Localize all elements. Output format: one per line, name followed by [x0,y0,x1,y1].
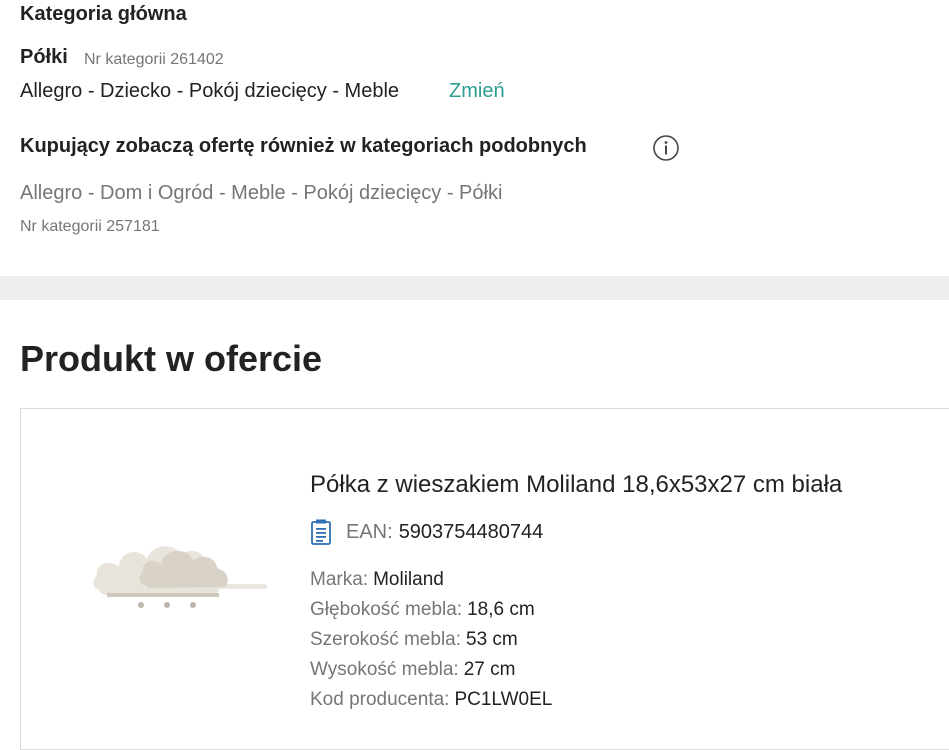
param-value: 18,6 cm [467,599,535,620]
ean-label: EAN: [346,520,393,543]
param-label: Głębokość mebla: [310,599,463,620]
change-category-link[interactable]: Zmień [449,80,505,103]
category-name: Półki [20,46,68,68]
param-row-width: Szerokość mebla: 53 cm [310,625,552,655]
main-category-heading: Kategoria główna [20,3,187,25]
product-parameters: Marka: Moliland Głębokość mebla: 18,6 cm S… [310,565,552,715]
barcode-document-icon [311,519,331,545]
product-heading: Produkt w ofercie [20,338,323,379]
product-image [93,546,267,608]
param-row-brand: Marka: Moliland [310,565,552,595]
param-label: Marka: [310,569,369,590]
section-divider [0,276,949,300]
param-value: 53 cm [466,629,518,650]
product-section: Produkt w ofercie Półka z wieszakiem Mol… [0,300,949,750]
similar-category-path: Allegro - Dom i Ogród - Meble - Pokój dz… [20,182,503,204]
param-value: 27 cm [463,659,516,680]
param-row-depth: Głębokość mebla: 18,6 cm [310,595,552,625]
param-label: Kod producenta: [310,689,450,710]
product-title[interactable]: Półka z wieszakiem Moliland 18,6x53x27 c… [310,471,842,499]
param-row-producer-code: Kod producenta: PC1LW0EL [310,685,552,715]
param-label: Szerokość mebla: [310,629,462,650]
similar-categories-heading: Kupujący zobaczą ofertę również w katego… [20,135,587,157]
category-section: Kategoria główna Półki Nr kategorii 2614… [0,0,949,276]
info-icon[interactable] [653,135,679,161]
category-number: Nr kategorii 261402 [84,51,224,68]
param-row-height: Wysokość mebla: 27 cm [310,655,552,685]
ean-row: EAN: 5903754480744 [310,517,543,547]
category-path: Allegro - Dziecko - Pokój dziecięcy - Me… [20,80,400,102]
similar-category-number: Nr kategorii 257181 [20,218,160,235]
param-label: Wysokość mebla: [310,659,459,680]
ean-value: 5903754480744 [398,520,544,543]
param-value: PC1LW0EL [454,689,553,710]
product-card[interactable]: Półka z wieszakiem Moliland 18,6x53x27 c… [20,408,949,750]
param-value: Moliland [373,569,444,590]
